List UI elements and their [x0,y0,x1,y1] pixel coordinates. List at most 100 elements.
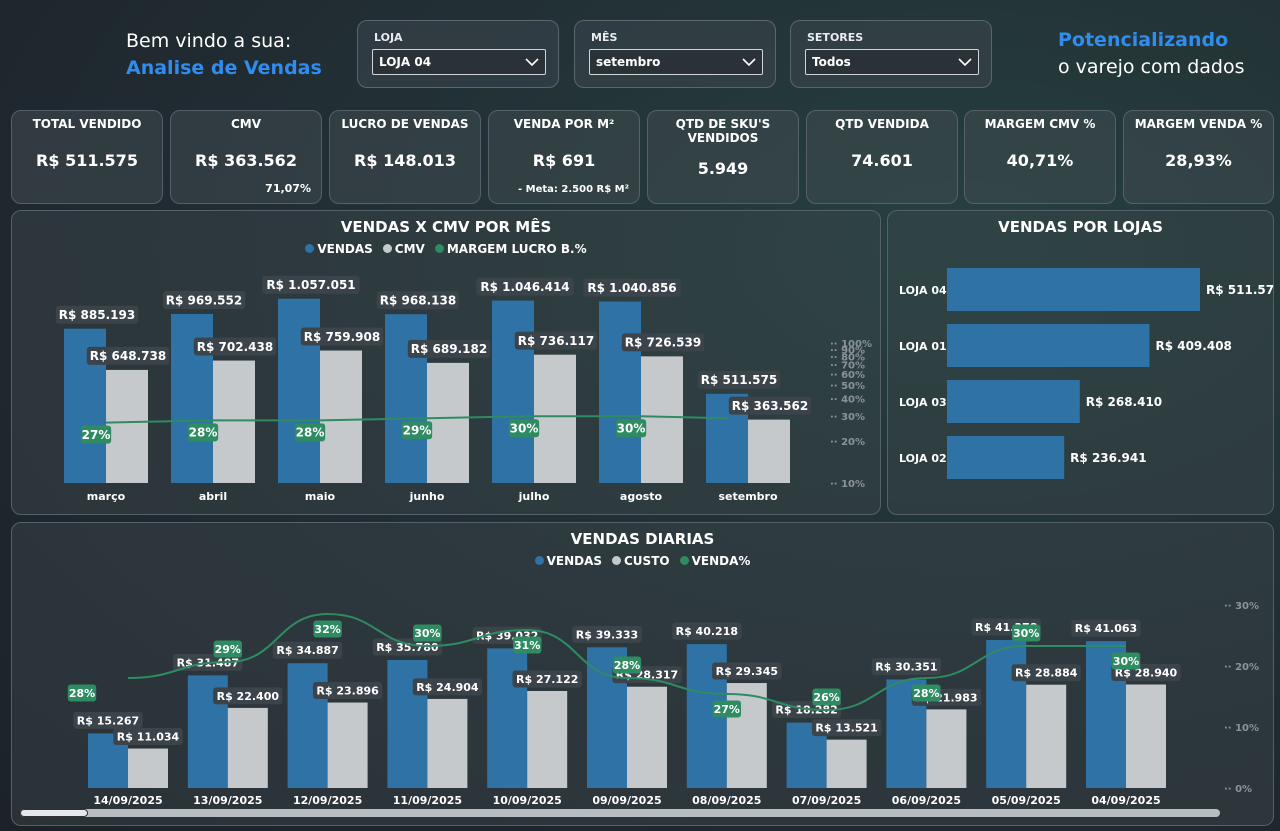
x-tick-label: março [87,490,126,503]
bar-cmv [320,350,362,483]
bar-vendas [487,648,528,788]
y2-tick-label: ·· 30% [830,412,865,423]
data-label-venda-pct: 30% [1113,655,1139,668]
bar-vendas [492,300,534,483]
data-label-vendas: R$ 1.040.856 [587,281,676,295]
x-tick-label: 14/09/2025 [93,794,162,807]
data-label-vendas: R$ 969.552 [166,293,242,307]
bar-custo [1026,684,1067,788]
x-tick-label: 05/09/2025 [992,794,1061,807]
data-label-venda-pct: 26% [813,691,839,704]
chevron-down-icon [525,57,539,66]
data-label-venda-pct: 31% [514,639,540,652]
filter-loja-label: LOJA [374,31,403,44]
bar-vendas [986,640,1027,788]
data-label-custo: R$ 11.034 [117,730,180,743]
bar-cmv [748,419,790,483]
kpi-title: LUCRO DE VENDAS [341,117,469,131]
kpi-value: R$ 148.013 [354,151,456,170]
data-label-cmv: R$ 736.117 [518,334,594,348]
welcome-line1: Bem vindo a sua: [126,30,292,52]
bar-store [947,268,1200,311]
kpi-title: TOTAL VENDIDO [32,117,142,131]
bar-vendas [287,663,328,788]
kpi-total-vendido: TOTAL VENDIDO R$ 511.575 [11,110,163,204]
x-tick-label: agosto [620,490,663,503]
bar-cmv [106,369,148,483]
data-label-vendas: R$ 39.333 [576,628,638,641]
stores-sales-chart: LOJA 04 R$ 511.575 LOJA 01 R$ 409.408 LOJA 0… [899,268,1275,479]
data-label-cmv: R$ 726.539 [625,336,701,350]
x-tick-label: maio [305,490,336,503]
filter-setores-value: Todos [812,55,851,69]
bar-custo [826,739,867,788]
x-tick-label: 09/09/2025 [592,794,661,807]
kpi-value: 5.949 [697,159,749,178]
bar-vendas [278,298,320,483]
kpi-title: VENDA POR M² [513,117,615,131]
filter-mes-select[interactable]: setembro [589,49,763,75]
data-label-vendas: R$ 1.057.051 [266,278,355,292]
y-tick-label: LOJA 03 [899,396,947,409]
x-tick-label: 10/09/2025 [493,794,562,807]
filter-mes-label: MÊS [591,31,618,44]
bar-custo [227,707,268,788]
x-tick-label: junho [409,490,445,503]
data-label-store: R$ 511.575 [1206,283,1275,297]
y2-tick-label: ·· 30% [1224,601,1259,612]
filter-setores-select[interactable]: Todos [805,49,979,75]
kpi-value: 74.601 [851,151,913,170]
x-tick-label: julho [518,490,550,503]
kpi-title: CMV [230,117,262,131]
chevron-down-icon [958,57,972,66]
y2-tick-label: ·· 50% [830,381,865,392]
x-tick-label: 07/09/2025 [792,794,861,807]
data-label-cmv: R$ 702.438 [197,340,273,354]
data-label-vendas: R$ 1.046.414 [480,280,569,294]
bar-custo [1126,684,1166,788]
daily-chart-panel: VENDAS DIARIAS VENDAS CUSTO VENDA% R$ 15… [11,522,1274,826]
horizontal-scrollbar[interactable] [20,809,1220,817]
data-label-vendas: R$ 15.267 [77,714,139,727]
kpi-title: MARGEM CMV % [984,117,1096,131]
data-label-vendas: R$ 885.193 [59,308,135,322]
kpi-margem-venda: MARGEM VENDA % 28,93% [1123,110,1274,204]
bar-custo [627,686,667,788]
x-tick-label: 06/09/2025 [892,794,961,807]
monthly-sales-chart: R$ 885.193 R$ 648.738 março R$ 969.552 R$ 70… [55,275,872,503]
data-label-margem: 27% [82,428,111,442]
data-label-store: R$ 268.410 [1086,395,1162,409]
y2-tick-label: ·· 20% [1224,662,1259,673]
filter-loja-select[interactable]: LOJA 04 [372,49,546,75]
y2-tick-label: ·· 10% [830,479,865,490]
data-label-custo: R$ 24.904 [416,681,479,694]
x-tick-label: setembro [718,490,777,503]
x-tick-label: 08/09/2025 [692,794,761,807]
data-label-custo: R$ 22.400 [217,690,280,703]
scrollbar-thumb[interactable] [20,809,88,817]
kpi-qtd-skus: QTD DE SKU'S VENDIDOS 5.949 [647,110,799,204]
data-label-venda-pct: 30% [1013,627,1039,640]
kpi-value: R$ 511.575 [36,151,138,170]
kpi-venda-m2: VENDA POR M² R$ 691 - Meta: 2.500 R$ M² [488,110,640,204]
y2-tick-label: ·· 0% [1224,784,1252,795]
data-label-vendas: R$ 40.218 [676,625,738,638]
data-label-venda-pct: 32% [314,623,340,636]
data-label-vendas: R$ 30.351 [875,660,937,673]
kpi-value: R$ 691 [532,151,596,170]
bar-custo [128,748,168,788]
y-tick-label: LOJA 01 [899,340,947,353]
data-label-venda-pct: 30% [414,627,440,640]
data-label-vendas: R$ 41.063 [1075,622,1137,635]
data-label-margem: 30% [617,422,646,436]
data-label-custo: R$ 28.884 [1015,667,1078,680]
y2-tick-label: ·· 10% [1224,723,1259,734]
kpi-value: 28,93% [1165,151,1232,170]
x-tick-label: 11/09/2025 [393,794,462,807]
tagline: Potencializando o varejo com dados [1058,27,1244,81]
y2-tick-label: ·· 40% [830,395,865,406]
y2-tick-label: ·· 20% [830,437,865,448]
bar-cmv [213,360,255,483]
filter-mes-value: setembro [596,55,661,69]
data-label-store: R$ 409.408 [1155,339,1231,353]
